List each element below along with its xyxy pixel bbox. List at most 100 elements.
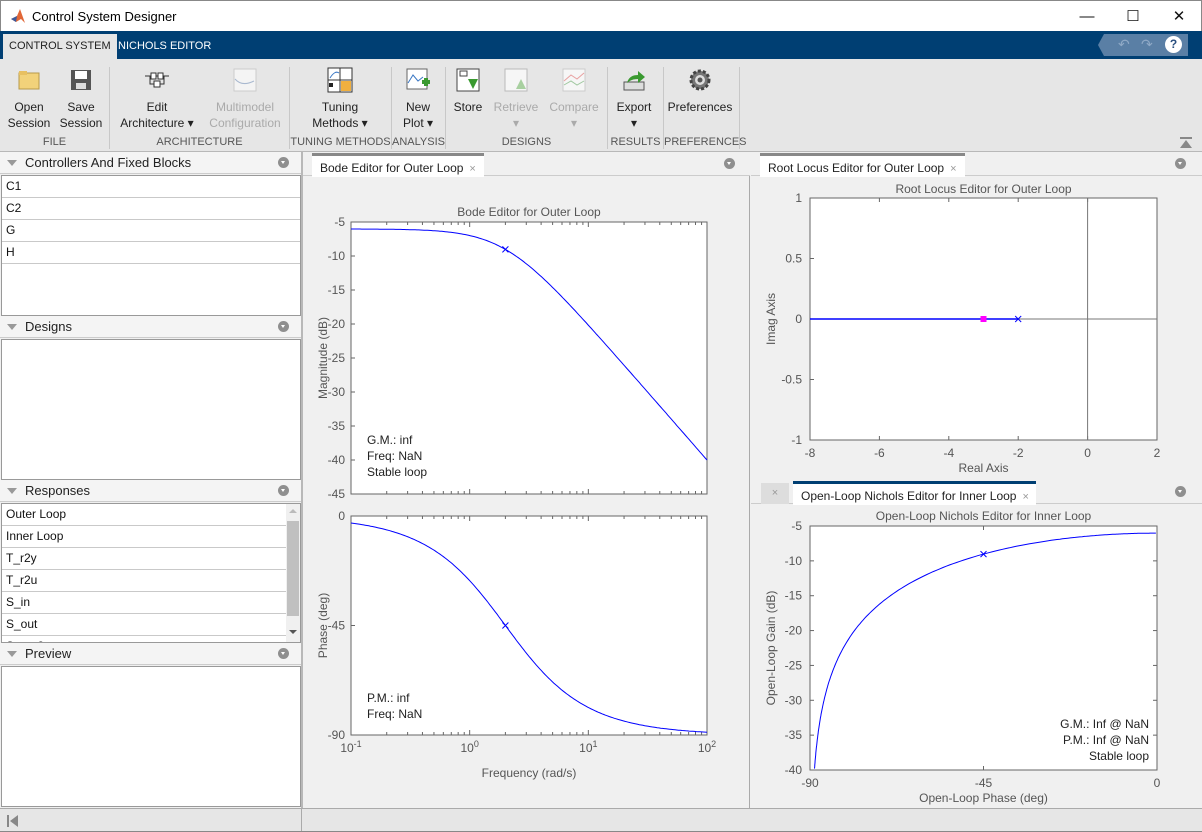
x-tick-label: 10-1 — [340, 739, 361, 755]
x-tick-label: 102 — [698, 739, 716, 755]
controllers-panel-header[interactable]: Controllers And Fixed Blocks — [0, 152, 301, 174]
y-tick-label: -15 — [328, 283, 346, 297]
scroll-down-icon[interactable] — [289, 630, 297, 634]
list-item[interactable]: S_out2 — [2, 636, 286, 642]
responses-scrollbar[interactable] — [286, 504, 300, 642]
collapse-toolstrip-icon[interactable] — [1180, 137, 1192, 149]
list-item[interactable]: S_in — [2, 592, 286, 614]
panel-options-icon[interactable] — [278, 485, 289, 496]
x-tick-label: 0 — [1084, 446, 1091, 460]
x-axis-label: Open-Loop Phase (deg) — [919, 791, 1048, 805]
document-options-icon[interactable] — [724, 158, 735, 169]
close-tab-icon[interactable]: × — [950, 163, 956, 175]
y-axis-label: Magnitude (dB) — [316, 317, 330, 399]
document-options-icon[interactable] — [1175, 158, 1186, 169]
tab-bode-editor[interactable]: Bode Editor for Outer Loop × — [312, 153, 484, 177]
section-tuning-methods: TUNING METHODS — [290, 136, 391, 148]
responses-list: Outer Loop Inner Loop T_r2y T_r2u S_in S… — [1, 503, 301, 643]
responses-panel-header[interactable]: Responses — [0, 480, 301, 502]
list-item[interactable]: S_out — [2, 614, 286, 636]
list-item[interactable]: H — [2, 242, 300, 264]
y-tick-label: -5 — [334, 215, 345, 229]
root-locus-plot[interactable]: Root Locus Editor for Outer Loop -8 -6 -4 -2… — [751, 176, 1202, 478]
tab-root-locus-editor[interactable]: Root Locus Editor for Outer Loop × — [760, 153, 965, 177]
x-tick-label: -45 — [975, 776, 993, 790]
stability-annotation: G.M.: Inf @ NaN — [1060, 717, 1149, 731]
retrieve-label: Retrieve — [493, 100, 539, 114]
tab-label: Bode Editor for Outer Loop — [320, 161, 464, 175]
y-tick-label: -45 — [328, 487, 346, 501]
edit-architecture-button[interactable]: Edit Architecture ▾ — [115, 67, 199, 131]
panel-options-icon[interactable] — [278, 157, 289, 168]
preview-panel-header[interactable]: Preview — [0, 643, 301, 665]
y-axis-label: Open-Loop Gain (dB) — [764, 591, 778, 706]
list-item[interactable]: T_r2u — [2, 570, 286, 592]
x-axis-label: Frequency (rad/s) — [482, 766, 577, 780]
list-item[interactable]: T_r2y — [2, 548, 286, 570]
maximize-button[interactable]: ☐ — [1110, 1, 1156, 31]
responses-panel-title: Responses — [25, 483, 91, 498]
tuning-methods-button[interactable]: Tuning Methods ▾ — [300, 67, 380, 131]
close-tab-icon[interactable]: × — [469, 163, 475, 175]
retrieve-button[interactable]: Retrieve ▾ — [491, 67, 541, 131]
section-architecture: ARCHITECTURE — [156, 136, 243, 148]
collapse-left-panel-icon[interactable] — [7, 815, 19, 827]
designs-panel-title: Designs — [25, 319, 72, 334]
section-preferences: PREFERENCES — [664, 136, 747, 148]
close-button[interactable]: ✕ — [1156, 1, 1202, 31]
bode-plot[interactable]: Bode Editor for Outer Loop -5 -10 -15 -20 -25… — [303, 176, 750, 808]
x-tick-label: 101 — [579, 739, 597, 755]
closed-loop-pole — [980, 316, 987, 322]
folder-icon — [16, 67, 42, 93]
tab-label: Root Locus Editor for Outer Loop — [768, 161, 945, 175]
nichols-plot[interactable]: Open-Loop Nichols Editor for Inner Loop -… — [751, 504, 1202, 808]
y-tick-label: 0 — [338, 509, 345, 523]
document-options-icon[interactable] — [1175, 486, 1186, 497]
status-bar — [0, 808, 1202, 832]
y-tick-label: -30 — [785, 693, 803, 707]
multimodel-label-1: Multimodel — [215, 100, 275, 114]
margin-annotation: Freq: NaN — [367, 707, 422, 721]
designs-panel-header[interactable]: Designs — [0, 316, 301, 338]
tab-nichols-editor-doc[interactable]: Open-Loop Nichols Editor for Inner Loop × — [793, 481, 1036, 505]
compare-button[interactable]: Compare ▾ — [546, 67, 602, 131]
list-item[interactable]: C1 — [2, 176, 300, 198]
close-tab-icon[interactable]: × — [1022, 491, 1028, 503]
store-label: Store — [453, 100, 483, 114]
x-tick-label: -8 — [805, 446, 816, 460]
list-item[interactable]: G — [2, 220, 300, 242]
hidden-tab[interactable]: × — [761, 483, 789, 504]
redo-icon[interactable]: ↷ — [1141, 36, 1153, 53]
y-tick-label: -20 — [328, 317, 346, 331]
preferences-button[interactable]: Preferences — [667, 67, 733, 115]
preview-panel-title: Preview — [25, 646, 72, 661]
minimize-button[interactable]: — — [1064, 1, 1110, 31]
scroll-up-icon[interactable] — [289, 509, 297, 513]
panel-options-icon[interactable] — [278, 321, 289, 332]
compare-dropdown: ▾ — [570, 116, 578, 130]
tab-control-system[interactable]: CONTROL SYSTEM — [3, 34, 117, 59]
section-file: FILE — [42, 136, 67, 148]
tab-nichols-editor[interactable]: NICHOLS EDITOR — [112, 34, 217, 59]
list-item[interactable]: Outer Loop — [2, 504, 286, 526]
list-item[interactable]: C2 — [2, 198, 300, 220]
store-design-icon — [455, 67, 481, 93]
scrollbar-thumb[interactable] — [287, 521, 299, 616]
panel-options-icon[interactable] — [278, 648, 289, 659]
multimodel-configuration-button[interactable]: Multimodel Configuration — [204, 67, 286, 131]
x-tick-label: -90 — [801, 776, 819, 790]
list-item[interactable]: Inner Loop — [2, 526, 286, 548]
help-icon[interactable]: ? — [1165, 36, 1182, 53]
open-session-button[interactable]: Open Session — [7, 67, 51, 131]
collapse-triangle-icon — [7, 651, 17, 657]
chart-title: Bode Editor for Outer Loop — [457, 205, 601, 219]
store-button[interactable]: Store — [450, 67, 486, 115]
y-tick-label: -5 — [791, 519, 802, 533]
save-session-button[interactable]: Save Session — [59, 67, 103, 131]
y-tick-label: -0.5 — [781, 373, 802, 387]
root-locus-document: Root Locus Editor for Outer Loop × Root L… — [751, 152, 1202, 478]
new-plot-button[interactable]: New Plot ▾ — [397, 67, 439, 131]
export-button[interactable]: Export ▾ — [613, 67, 655, 131]
undo-icon[interactable]: ↶ — [1118, 36, 1130, 53]
block-diagram-icon — [144, 67, 170, 93]
